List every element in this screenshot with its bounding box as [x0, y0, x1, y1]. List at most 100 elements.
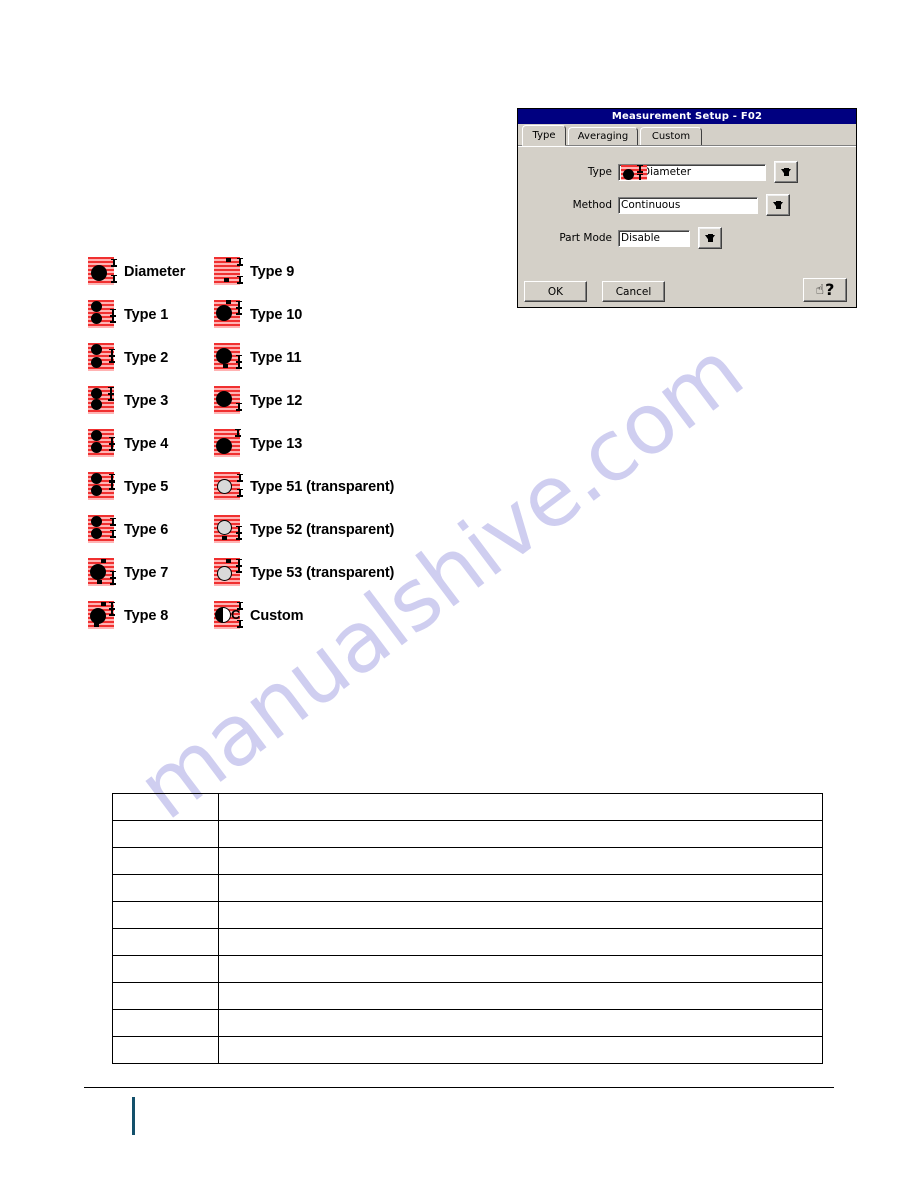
icon-measurement-tick	[236, 402, 242, 411]
tab-type[interactable]: Type	[522, 125, 566, 146]
table-cell-label	[112, 1009, 219, 1037]
method-dropdown-button[interactable]	[766, 194, 790, 216]
table-cell-description	[217, 982, 824, 1010]
icon-measurement-tick	[110, 517, 116, 526]
icon-target-dot	[90, 607, 106, 624]
legend-item-label: Type 12	[250, 392, 303, 409]
help-button[interactable]: ☝ ?	[803, 278, 847, 302]
icon-corner-mark	[97, 579, 102, 584]
tab-type-label: Type	[532, 130, 556, 141]
part-mode-input[interactable]: Disable	[618, 229, 690, 247]
legend-item-label: Type 9	[250, 263, 295, 280]
icon-corner-mark	[101, 558, 106, 563]
table-cell-label	[112, 982, 219, 1010]
dialog-footer: OK Cancel ☝ ?	[518, 277, 856, 307]
icon-target-dot	[91, 441, 102, 453]
legend-item: Type 53 (transparent)	[214, 551, 394, 594]
part-mode-dropdown-button[interactable]	[698, 227, 722, 249]
measurement-type-1-icon	[88, 299, 118, 330]
question-mark-icon: ?	[825, 280, 835, 299]
icon-measurement-tick	[109, 354, 115, 363]
icon-target-dot	[216, 437, 232, 454]
legend-item-label: Type 51 (transparent)	[250, 478, 395, 495]
icon-measurement-tick	[108, 392, 114, 401]
legend-item: Type 5	[88, 465, 185, 508]
measurement-type-13-icon	[214, 428, 244, 459]
table-row	[112, 901, 824, 929]
measurement-type-3-icon	[88, 385, 118, 416]
tab-averaging-label: Averaging	[577, 131, 629, 142]
cancel-button[interactable]: Cancel	[602, 281, 665, 302]
legend-item-label: Custom	[250, 607, 304, 624]
table-cell-label	[112, 901, 219, 929]
icon-measurement-tick	[109, 442, 115, 451]
icon-measurement-tick	[637, 164, 643, 173]
icon-measurement-tick	[236, 531, 242, 540]
tab-custom[interactable]: Custom	[640, 127, 702, 145]
icon-target-dot	[217, 519, 232, 535]
icon-target-dot	[91, 264, 107, 281]
hand-pointer-icon: ☝	[815, 282, 825, 298]
table-cell-label	[112, 874, 219, 902]
legend-left-column: Diameter Type 1 Type 2 Type 3 Type 4 Type 5 Ty…	[88, 250, 185, 637]
legend-item: Type 10	[214, 293, 394, 336]
icon-measurement-tick	[237, 275, 243, 284]
tab-averaging[interactable]: Averaging	[568, 127, 638, 145]
icon-target-dot	[91, 387, 102, 399]
ok-button[interactable]: OK	[524, 281, 587, 302]
chevron-down-icon	[781, 167, 791, 176]
measurement-setup-dialog: Measurement Setup - F02 Type Averaging C…	[517, 108, 857, 308]
method-field-label: Method	[572, 199, 612, 211]
measurement-type-52-icon	[214, 514, 244, 545]
icon-measurement-tick	[109, 481, 115, 490]
table-row	[112, 955, 824, 983]
legend-right-column: Type 9 Type 10 Type 11 Type 12 Type 13 Type 5…	[214, 250, 394, 637]
legend-item: Type 52 (transparent)	[214, 508, 394, 551]
legend-item: Type 4	[88, 422, 185, 465]
legend-item: Type 9	[214, 250, 394, 293]
icon-measurement-tick	[236, 306, 242, 315]
icon-target-dot	[217, 565, 232, 581]
type-input[interactable]: Diameter	[618, 163, 766, 181]
icon-target-dot	[216, 347, 232, 364]
measurement-type-8-icon	[88, 600, 118, 631]
chevron-down-icon	[773, 200, 783, 209]
legend-item: Type 2	[88, 336, 185, 379]
table-cell-label	[112, 847, 219, 875]
table-cell-description	[217, 955, 824, 983]
icon-target-dot	[91, 343, 102, 355]
measurement-type-5-icon	[88, 471, 118, 502]
icon-target-dot	[91, 527, 102, 539]
method-input[interactable]: Continuous	[618, 196, 758, 214]
icon-custom-letter: C	[231, 606, 241, 622]
icon-measurement-tick	[111, 274, 117, 283]
table-cell-description	[217, 793, 824, 821]
measurement-type-4-icon	[88, 428, 118, 459]
table-cell-description	[217, 874, 824, 902]
measurement-type-12-icon	[214, 385, 244, 416]
icon-corner-mark	[223, 363, 228, 368]
measurement-type-51-icon	[214, 471, 244, 502]
measurement-type-53-icon	[214, 557, 244, 588]
specification-table	[112, 793, 824, 1064]
legend-item-label: Type 1	[124, 306, 169, 323]
icon-measurement-tick	[109, 473, 115, 482]
icon-measurement-tick	[236, 360, 242, 369]
ok-button-label: OK	[547, 285, 564, 298]
icon-target-dot	[217, 478, 232, 494]
measurement-type-7-icon	[88, 557, 118, 588]
measurement-type-custom-icon: C	[214, 600, 244, 631]
icon-measurement-tick	[110, 314, 116, 323]
specification-table-body	[112, 793, 824, 1064]
legend-item-label: Type 3	[124, 392, 169, 409]
legend-item: Type 13	[214, 422, 394, 465]
table-row	[112, 928, 824, 956]
legend-item-label: Type 53 (transparent)	[250, 564, 395, 581]
type-dropdown-button[interactable]	[774, 161, 798, 183]
measurement-type-6-icon	[88, 514, 118, 545]
icon-corner-mark	[226, 299, 231, 304]
method-field-row: Method Continuous	[556, 194, 790, 216]
legend-item: C Custom	[214, 594, 394, 637]
icon-measurement-tick	[637, 173, 643, 180]
table-cell-label	[112, 793, 219, 821]
